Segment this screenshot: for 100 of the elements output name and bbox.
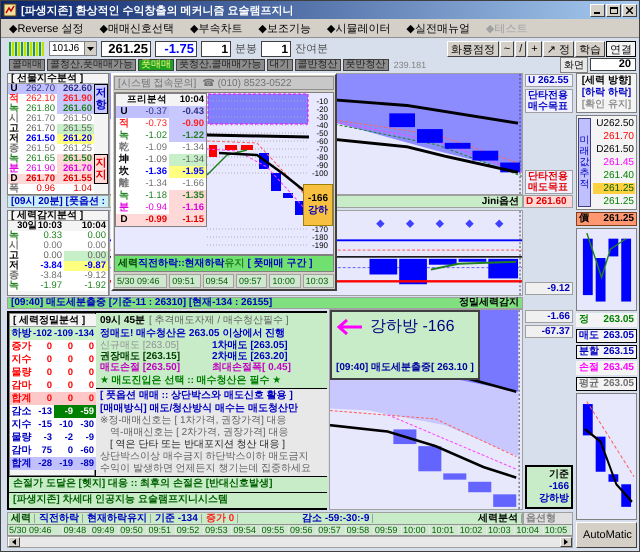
guide-line: ※정-매매신호는 [ 1차가격, 권장가격] 대응 — [100, 414, 288, 426]
marker-value: -166 — [308, 193, 328, 205]
signal-tag[interactable]: 콜청산,풋매매가능 — [47, 58, 136, 70]
order-price: 최대손절폭[ 0.45] — [212, 362, 292, 374]
signal-tag[interactable]: 대기 — [266, 58, 293, 70]
minimize-button[interactable] — [590, 4, 605, 16]
screen-field[interactable]: 20 — [590, 58, 636, 71]
tool-button[interactable]: + — [527, 40, 542, 56]
candle — [493, 494, 516, 507]
target-label: 단타전용 매도목표 — [525, 170, 573, 194]
axis-label: -40 — [316, 121, 328, 130]
target-value: 263.45 — [603, 362, 634, 374]
code-select[interactable]: 101J6 — [49, 41, 97, 56]
diamond-marker — [465, 220, 474, 228]
table-cell: -1.02 — [132, 130, 169, 142]
tool-button[interactable]: 화룡점정 — [446, 40, 499, 56]
banner-text: [09시 20분] [풋옵션 : — [11, 196, 105, 206]
signal-tag[interactable]: 풋청산,콜매매가능 — [176, 58, 265, 70]
axis-label: 09:52 — [176, 525, 204, 535]
panel-title: [ 세력감지분석 ] — [8, 211, 108, 221]
table-cell: 261.70 — [20, 114, 57, 124]
menu-item[interactable]: ◆시뮬레이터 — [326, 20, 390, 36]
remaining-field[interactable]: 1 — [261, 40, 291, 56]
row-label: 물량 — [10, 366, 33, 379]
panel-title: [ 선물지수분석 ] — [8, 74, 108, 84]
table-cell: -28 — [33, 457, 54, 470]
signal-tag[interactable]: 콜매매 — [9, 58, 45, 70]
diamond-marker — [406, 220, 414, 228]
axis-label: -190 — [312, 241, 328, 250]
table-cell: 0 — [75, 366, 96, 379]
maximize-button[interactable] — [606, 4, 621, 16]
target-label: 분할 — [579, 346, 599, 358]
tool-button[interactable]: ↗ 정 — [542, 40, 574, 56]
candle — [468, 482, 492, 492]
signal-tag[interactable]: 풋반청산 — [342, 58, 389, 70]
menu-item[interactable]: ◆보조기능 — [258, 20, 311, 36]
tool-button[interactable]: ~ — [500, 40, 514, 56]
table-cell: 0 — [54, 392, 76, 405]
row-label: 시 — [8, 241, 20, 251]
target-value: 263.05 — [603, 330, 634, 342]
table-header: 10:04 — [178, 94, 205, 106]
scrollbar[interactable] — [7, 536, 573, 548]
axis-label: 10:03 — [302, 274, 334, 288]
signal-tag[interactable]: 콜반청산 — [294, 58, 341, 70]
table-cell: -102 — [33, 327, 54, 340]
table-cell: -1.09 — [132, 142, 169, 154]
table-cell: -0.90 — [169, 118, 206, 130]
screen-label: 화면 — [560, 56, 588, 72]
tool-button[interactable]: 학습 — [575, 40, 605, 56]
scroll-right-button[interactable] — [560, 537, 572, 547]
left-arrow-icon — [336, 318, 364, 336]
tool-button[interactable]: 연결 — [606, 40, 636, 56]
row-label: U — [116, 106, 132, 118]
tracking-value: U262.50 — [595, 118, 635, 129]
target-label: 매도 — [579, 330, 599, 342]
table-cell: 261.50 — [57, 154, 94, 164]
axis-label: 09:49 — [90, 525, 120, 535]
axis-label: -20 — [316, 105, 328, 114]
phone-number: ☎ (010) 8523-0522 — [202, 78, 292, 88]
candle — [271, 173, 281, 191]
scroll-left-button[interactable] — [8, 537, 20, 547]
table-cell: 261.80 — [20, 104, 57, 114]
axis-label: -10 — [316, 97, 328, 106]
table-cell: 261.65 — [20, 154, 57, 164]
meter-drawing — [9, 42, 45, 56]
axis-label: 5/30 09:46 — [8, 525, 63, 535]
table-cell: -9 — [54, 405, 76, 418]
row-label: 坎 — [116, 166, 132, 178]
menu-item[interactable]: ◆매매신호선택 — [99, 20, 174, 36]
axis-label: 10:00 — [402, 525, 430, 535]
candle — [209, 145, 217, 157]
row-label: 녹 — [8, 104, 20, 114]
menu-item[interactable]: ◆부속차트 — [190, 20, 242, 36]
table-cell: 261.50 — [20, 144, 57, 154]
tool-button[interactable]: / — [515, 40, 526, 56]
table-cell: -9 — [75, 431, 96, 444]
automatic-button[interactable]: AutoMatic — [576, 522, 637, 548]
table-cell: 261.50 — [20, 134, 57, 144]
axis-label: 09:54 — [232, 525, 261, 535]
caret-icon — [87, 46, 94, 50]
row-label: 녹 — [8, 154, 20, 164]
notice-headline: 정매도! 매수청산은 263.05 이상에서 진행 — [100, 328, 286, 339]
target-label: 손절 — [579, 362, 599, 374]
axis-label: 09:57 — [317, 525, 346, 535]
menu-item[interactable]: ◆Reverse 설정 — [9, 20, 84, 36]
row-label: 녹 — [8, 231, 20, 241]
interval-field[interactable]: 1 — [201, 40, 231, 56]
notice-bar: [파생지존] 차세대 인공지능 요술램프지니시스템 — [9, 493, 328, 508]
banner-text: [09:40] 매도세분출중 [기준-11 : 26310] [현재-134 : 26155] — [11, 298, 272, 308]
row-label: 녹 — [116, 130, 132, 142]
notice-motto: ★ 매도진입은 선택 :: 매수청산은 필수 ★ — [100, 375, 282, 386]
axis-label: -60 — [316, 137, 328, 146]
table-cell: 0.96 — [20, 184, 57, 194]
table-cell: -89 — [75, 457, 96, 470]
maximize-icon — [610, 6, 618, 14]
table-cell: 0 — [54, 353, 76, 366]
status-text: 현재하락유지 — [84, 514, 151, 523]
close-button[interactable] — [622, 4, 637, 16]
menu-item[interactable]: ◆실전매뉴얼 — [406, 20, 470, 36]
direction-confirm: [확인 유지] — [582, 99, 632, 111]
